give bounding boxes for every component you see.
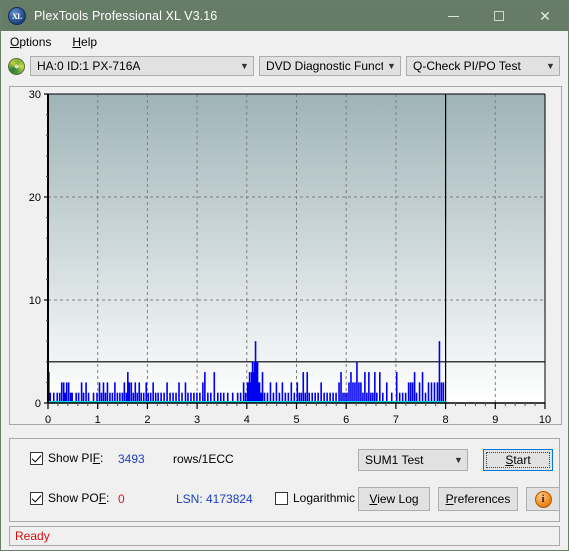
svg-text:8: 8 xyxy=(443,414,449,426)
disc-icon xyxy=(8,57,25,75)
view-log-button-label: View Log xyxy=(369,492,419,506)
lsn-label: LSN: xyxy=(176,492,203,506)
chart-panel: 0 10 20 30 0 1 2 3 4 5 6 7 8 9 10 xyxy=(1,80,568,438)
svg-text:1: 1 xyxy=(95,414,101,426)
rows-per-ecc-label: rows/1ECC xyxy=(173,452,234,466)
show-pif-label: Show PIF: xyxy=(48,451,104,465)
menu-item-help-label: elp xyxy=(81,34,98,49)
minimize-icon xyxy=(447,15,459,17)
lsn-value: 4173824 xyxy=(206,492,253,506)
chevron-down-icon: ▼ xyxy=(546,61,555,71)
menu-item-help[interactable]: Help xyxy=(70,33,106,51)
plot-area: 0 10 20 30 0 1 2 3 4 5 6 7 8 9 10 xyxy=(10,87,563,426)
toolbar: HA:0 ID:1 PX-716A ▼ DVD Diagnostic Funct… xyxy=(1,52,568,80)
drive-select[interactable]: HA:0 ID:1 PX-716A ▼ xyxy=(30,56,254,76)
drive-select-value: HA:0 ID:1 PX-716A xyxy=(37,59,141,73)
maximize-icon xyxy=(494,11,504,21)
checkbox-icon xyxy=(275,491,288,505)
show-pif-value: 3493 xyxy=(118,452,145,466)
show-pof-value: 0 xyxy=(118,492,125,506)
svg-text:2: 2 xyxy=(144,414,150,426)
svg-text:9: 9 xyxy=(492,414,498,426)
svg-text:7: 7 xyxy=(393,414,399,426)
svg-text:4: 4 xyxy=(244,414,250,426)
window-title: PlexTools Professional XL V3.16 xyxy=(34,9,218,23)
svg-text:30: 30 xyxy=(29,89,41,101)
test-select[interactable]: Q-Check PI/PO Test ▼ xyxy=(406,56,560,76)
chart-frame: 0 10 20 30 0 1 2 3 4 5 6 7 8 9 10 xyxy=(9,86,563,426)
app-logo-icon: XL xyxy=(8,7,26,25)
status-text: Ready xyxy=(15,529,50,543)
function-select[interactable]: DVD Diagnostic Functions ▼ xyxy=(259,56,401,76)
chevron-down-icon: ▼ xyxy=(387,61,396,71)
svg-text:10: 10 xyxy=(539,414,551,426)
svg-text:0: 0 xyxy=(35,398,41,410)
start-button[interactable]: Start xyxy=(483,449,553,471)
menu-bar: Options Help xyxy=(1,31,568,52)
svg-text:0: 0 xyxy=(45,414,51,426)
show-pof-checkbox[interactable]: Show POF: xyxy=(30,491,109,505)
svg-text:5: 5 xyxy=(293,414,299,426)
menu-item-options-label: ptions xyxy=(19,34,52,49)
svg-text:20: 20 xyxy=(29,192,41,204)
info-icon: i xyxy=(534,490,552,508)
chevron-down-icon: ▼ xyxy=(240,61,249,71)
svg-text:6: 6 xyxy=(343,414,349,426)
svg-text:10: 10 xyxy=(29,295,41,307)
sum-test-select[interactable]: SUM1 Test ▼ xyxy=(358,449,468,471)
show-pof-label: Show POF: xyxy=(48,491,110,505)
controls-panel: Show PIF: 3493 rows/1ECC Show POF: 0 LSN… xyxy=(9,438,560,522)
preferences-button-label: Preferences xyxy=(445,492,511,506)
window-buttons: ✕ xyxy=(430,1,568,31)
logarithmic-checkbox[interactable]: Logarithmic xyxy=(275,491,355,505)
title-bar: XL PlexTools Professional XL V3.16 ✕ xyxy=(1,1,568,31)
function-select-value: DVD Diagnostic Functions xyxy=(266,59,383,73)
checkbox-icon xyxy=(30,451,43,465)
application-window: XL PlexTools Professional XL V3.16 ✕ Opt… xyxy=(0,0,569,551)
view-log-button[interactable]: View Log xyxy=(358,487,430,511)
minimize-button[interactable] xyxy=(430,1,476,31)
pi-po-chart: 0 10 20 30 0 1 2 3 4 5 6 7 8 9 10 xyxy=(29,89,551,426)
checkbox-icon xyxy=(30,491,43,505)
test-select-value: Q-Check PI/PO Test xyxy=(413,59,521,73)
show-pif-checkbox[interactable]: Show PIF: xyxy=(30,451,103,465)
info-button[interactable]: i xyxy=(526,487,560,511)
close-button[interactable]: ✕ xyxy=(522,1,568,31)
start-button-label: Start xyxy=(505,453,531,467)
maximize-button[interactable] xyxy=(476,1,522,31)
chevron-down-icon: ▼ xyxy=(454,455,463,465)
svg-text:3: 3 xyxy=(194,414,200,426)
preferences-button[interactable]: Preferences xyxy=(438,487,518,511)
sum-test-select-value: SUM1 Test xyxy=(365,453,424,467)
menu-item-options[interactable]: Options xyxy=(8,33,60,51)
status-bar: Ready xyxy=(9,526,560,546)
logarithmic-label: Logarithmic xyxy=(293,491,356,505)
close-icon: ✕ xyxy=(539,8,551,24)
